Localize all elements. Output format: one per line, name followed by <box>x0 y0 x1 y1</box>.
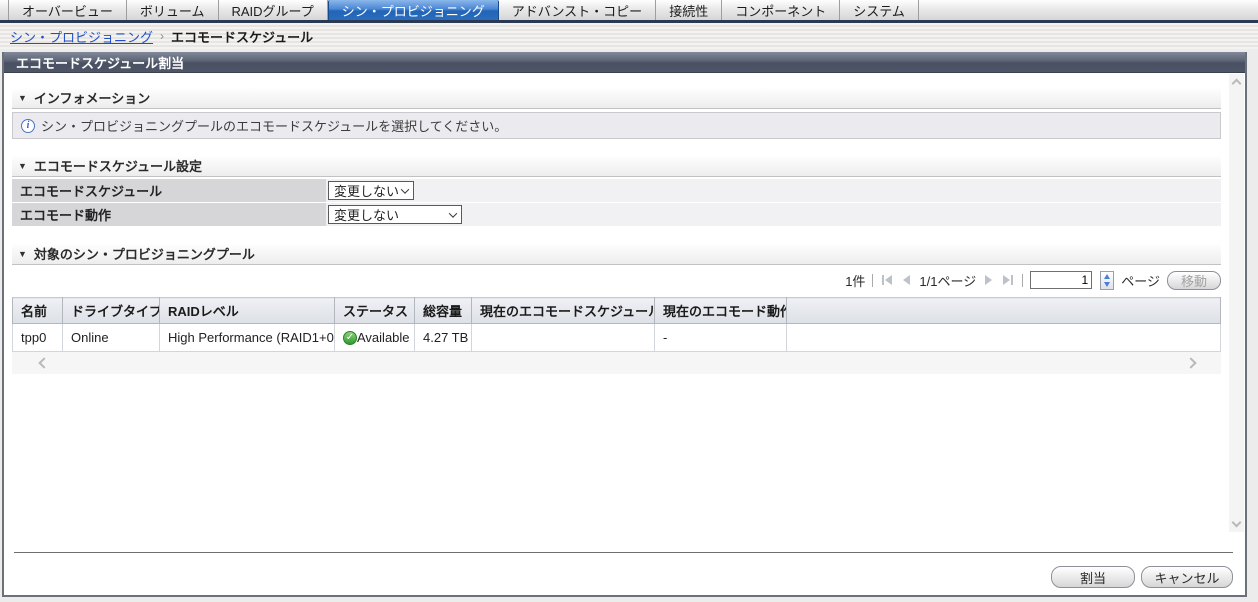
chevron-down-icon <box>449 209 457 217</box>
tab-volume[interactable]: ボリューム <box>127 0 219 20</box>
info-icon: i <box>21 119 35 133</box>
eco-action-label: エコモード動作 <box>12 203 326 226</box>
section-header-target-pool[interactable]: ▼ 対象のシン・プロビジョニングプール <box>12 243 1221 265</box>
spinner-up-icon[interactable] <box>1104 274 1110 279</box>
page-unit-label: ページ <box>1121 271 1160 290</box>
table-header-row: 名前 ドライブタイプ RAIDレベル ステータス 総容量 現在のエコモードスケジ… <box>13 298 1221 324</box>
tab-overview[interactable]: オーバービュー <box>8 0 127 20</box>
tab-raid-group[interactable]: RAIDグループ <box>219 0 328 20</box>
panel-content: ▼ インフォメーション i シン・プロビジョニングプールのエコモードスケジュール… <box>4 73 1245 593</box>
eco-schedule-label: エコモードスケジュール <box>12 179 326 202</box>
first-page-button[interactable] <box>880 275 894 285</box>
cell-raid-level: High Performance (RAID1+0) <box>160 324 335 352</box>
tab-component[interactable]: コンポーネント <box>722 0 840 20</box>
cell-current-schedule <box>472 324 655 352</box>
section-header-information[interactable]: ▼ インフォメーション <box>12 87 1221 109</box>
spinner-down-icon[interactable] <box>1104 282 1110 287</box>
section-title: エコモードスケジュール設定 <box>34 156 202 175</box>
scroll-left-icon[interactable] <box>38 357 49 368</box>
eco-schedule-select[interactable]: 変更しない <box>328 181 414 200</box>
cell-drive-type: Online <box>63 324 160 352</box>
main-panel: エコモードスケジュール割当 ▼ インフォメーション i シン・プロビジョニングプ… <box>2 52 1247 597</box>
cell-filler <box>787 324 1221 352</box>
scroll-up-icon[interactable] <box>1232 79 1242 89</box>
status-text: Available <box>357 330 410 345</box>
prev-page-button[interactable] <box>901 275 912 285</box>
last-page-button[interactable] <box>1001 275 1015 285</box>
col-header-current-schedule[interactable]: 現在のエコモードスケジュール <box>472 298 655 324</box>
table-row[interactable]: tpp0 Online High Performance (RAID1+0) ✓… <box>13 324 1221 352</box>
chevron-down-icon <box>401 185 409 193</box>
horizontal-scrollbar[interactable] <box>12 352 1221 374</box>
form-row-eco-schedule: エコモードスケジュール 変更しない <box>12 179 1221 202</box>
tab-advanced-copy[interactable]: アドバンスト・コピー <box>499 0 656 20</box>
col-header-raid-level[interactable]: RAIDレベル <box>160 298 335 324</box>
section-title: インフォメーション <box>34 88 150 107</box>
tab-thin-provisioning[interactable]: シン・プロビジョニング <box>328 0 499 20</box>
content-area: ▼ インフォメーション i シン・プロビジョニングプールのエコモードスケジュール… <box>12 73 1221 374</box>
page-status: 1/1ページ <box>919 271 976 290</box>
vertical-scrollbar[interactable] <box>1229 74 1244 532</box>
cell-current-action: - <box>655 324 787 352</box>
form-row-eco-action: エコモード動作 変更しない <box>12 203 1221 226</box>
collapse-triangle-icon: ▼ <box>18 249 27 259</box>
col-header-drive-type[interactable]: ドライブタイプ <box>63 298 160 324</box>
col-header-current-action[interactable]: 現在のエコモード動作 <box>655 298 787 324</box>
eco-action-selected-value: 変更しない <box>334 205 399 224</box>
breadcrumb-separator-icon: › <box>160 29 164 43</box>
breadcrumb-current: エコモードスケジュール <box>171 27 313 46</box>
tab-system[interactable]: システム <box>840 0 919 20</box>
collapse-triangle-icon: ▼ <box>18 161 27 171</box>
cell-capacity: 4.27 TB <box>415 324 472 352</box>
footer-bar: 割当 キャンセル <box>14 552 1233 588</box>
breadcrumb: シン・プロビジョニング › エコモードスケジュール <box>0 23 1258 49</box>
tab-connectivity[interactable]: 接続性 <box>656 0 722 20</box>
main-tab-bar: オーバービュー ボリューム RAIDグループ シン・プロビジョニング アドバンス… <box>0 0 1258 23</box>
col-header-status[interactable]: ステータス <box>335 298 415 324</box>
pagination-bar: 1件 1/1ページ ページ 移動 <box>12 265 1221 295</box>
pool-table: 名前 ドライブタイプ RAIDレベル ステータス 総容量 現在のエコモードスケジ… <box>12 297 1221 352</box>
breadcrumb-link-thin-provisioning[interactable]: シン・プロビジョニング <box>10 27 153 46</box>
next-page-button[interactable] <box>983 275 994 285</box>
divider <box>1022 274 1023 287</box>
eco-schedule-selected-value: 変更しない <box>334 181 399 200</box>
col-header-filler <box>787 298 1221 324</box>
record-count: 1件 <box>845 271 865 290</box>
status-ok-icon: ✓ <box>343 331 357 345</box>
section-title: 対象のシン・プロビジョニングプール <box>34 244 255 263</box>
information-message-box: i シン・プロビジョニングプールのエコモードスケジュールを選択してください。 <box>12 112 1221 139</box>
divider <box>872 274 873 287</box>
eco-action-select[interactable]: 変更しない <box>328 205 462 224</box>
go-to-page-button[interactable]: 移動 <box>1167 271 1221 290</box>
assign-button[interactable]: 割当 <box>1051 566 1135 588</box>
cell-status: ✓ Available <box>335 324 415 352</box>
cell-name: tpp0 <box>13 324 63 352</box>
section-header-schedule-settings[interactable]: ▼ エコモードスケジュール設定 <box>12 155 1221 177</box>
page-number-input[interactable] <box>1030 271 1092 289</box>
scroll-down-icon[interactable] <box>1232 518 1242 528</box>
col-header-capacity[interactable]: 総容量 <box>415 298 472 324</box>
page-title: エコモードスケジュール割当 <box>4 52 1245 73</box>
scroll-right-icon[interactable] <box>1185 357 1196 368</box>
col-header-name[interactable]: 名前 <box>13 298 63 324</box>
information-message: シン・プロビジョニングプールのエコモードスケジュールを選択してください。 <box>41 116 507 135</box>
cancel-button[interactable]: キャンセル <box>1141 566 1233 588</box>
collapse-triangle-icon: ▼ <box>18 93 27 103</box>
page-number-stepper[interactable] <box>1100 271 1114 290</box>
